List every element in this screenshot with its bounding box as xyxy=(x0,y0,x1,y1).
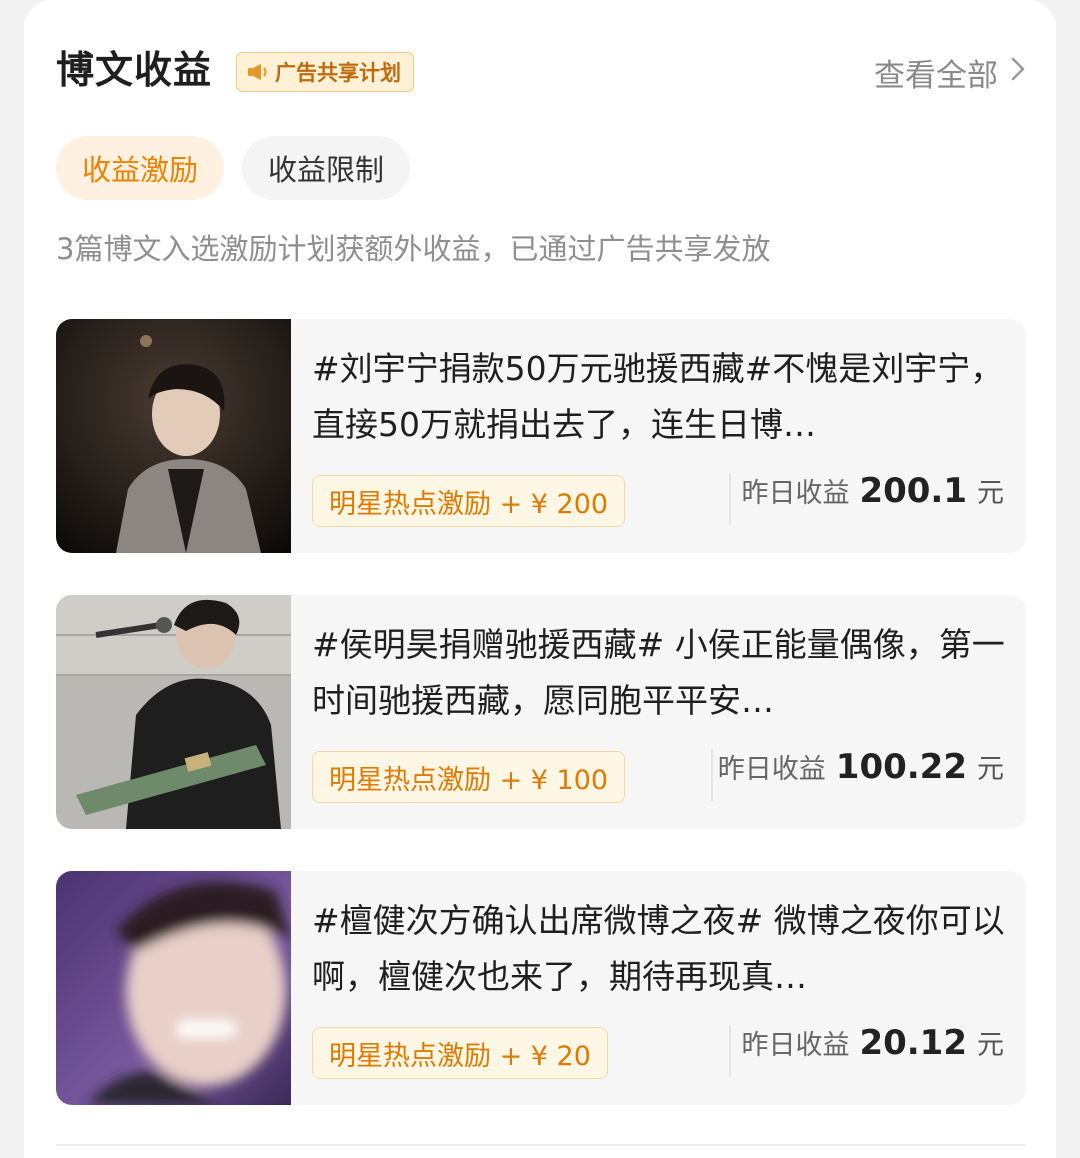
section-title: 博文收益 xyxy=(56,48,213,92)
divider xyxy=(711,749,713,801)
post-text: #檀健次方确认出席微博之夜# 微博之夜你可以啊，檀健次也来了，期待再现真… xyxy=(312,901,1005,996)
divider xyxy=(729,1025,731,1077)
incentive-tag: 明星热点激励 + ¥ 100 xyxy=(312,751,626,803)
earnings-unit: 元 xyxy=(977,1030,1004,1061)
view-all-link[interactable]: 查看全部 xyxy=(874,50,1026,95)
incentive-description: 3篇博文入选激励计划获额外收益，已通过广告共享发放 xyxy=(56,232,771,266)
post-earnings-card: 博文收益 广告共享计划 查看全部 收益激励 收益限制 3篇博文入选激励计划获额外… xyxy=(24,0,1056,1158)
divider xyxy=(729,473,731,525)
incentive-tag: 明星热点激励 + ¥ 200 xyxy=(312,475,626,527)
incentive-tag: 明星热点激励 + ¥ 20 xyxy=(312,1027,608,1079)
earnings-tabs: 收益激励 收益限制 xyxy=(56,136,411,200)
tab-earnings-incentive[interactable]: 收益激励 xyxy=(56,136,225,200)
post-text: #刘宇宁捐款50万元驰援西藏#不愧是刘宇宁，直接50万就捐出去了，连生日博… xyxy=(312,349,1004,444)
yesterday-earnings: 昨日收益 20.12 元 xyxy=(741,1023,1004,1063)
view-all-label: 查看全部 xyxy=(874,58,998,94)
earnings-value: 100.22 xyxy=(835,747,967,787)
section-header: 博文收益 广告共享计划 查看全部 xyxy=(56,44,1026,100)
earnings-label: 昨日收益 xyxy=(717,754,826,785)
earnings-label: 昨日收益 xyxy=(741,1030,850,1061)
yesterday-earnings: 昨日收益 100.22 元 xyxy=(718,747,1004,787)
post-card[interactable]: #檀健次方确认出席微博之夜# 微博之夜你可以啊，檀健次也来了，期待再现真… 明星… xyxy=(56,871,1026,1105)
chevron-right-icon xyxy=(1010,55,1026,91)
tab-earnings-limit[interactable]: 收益限制 xyxy=(242,136,411,200)
earnings-value: 200.1 xyxy=(859,471,967,511)
earnings-label: 昨日收益 xyxy=(741,478,850,509)
post-thumbnail xyxy=(56,319,291,553)
post-thumbnail xyxy=(56,871,291,1105)
megaphone-icon xyxy=(247,62,269,82)
yesterday-earnings: 昨日收益 200.1 元 xyxy=(741,471,1004,511)
section-divider xyxy=(56,1144,1026,1146)
earnings-value: 20.12 xyxy=(859,1023,967,1063)
ad-share-badge[interactable]: 广告共享计划 xyxy=(236,52,414,92)
earnings-unit: 元 xyxy=(977,754,1004,785)
ad-share-label: 广告共享计划 xyxy=(275,61,401,85)
post-card[interactable]: #刘宇宁捐款50万元驰援西藏#不愧是刘宇宁，直接50万就捐出去了，连生日博… 明… xyxy=(56,319,1026,553)
post-thumbnail xyxy=(56,595,291,829)
post-card[interactable]: #侯明昊捐赠驰援西藏# 小侯正能量偶像，第一时间驰援西藏，愿同胞平平安… 明星热… xyxy=(56,595,1026,829)
earnings-unit: 元 xyxy=(977,478,1004,509)
post-text: #侯明昊捐赠驰援西藏# 小侯正能量偶像，第一时间驰援西藏，愿同胞平平安… xyxy=(312,625,1005,720)
